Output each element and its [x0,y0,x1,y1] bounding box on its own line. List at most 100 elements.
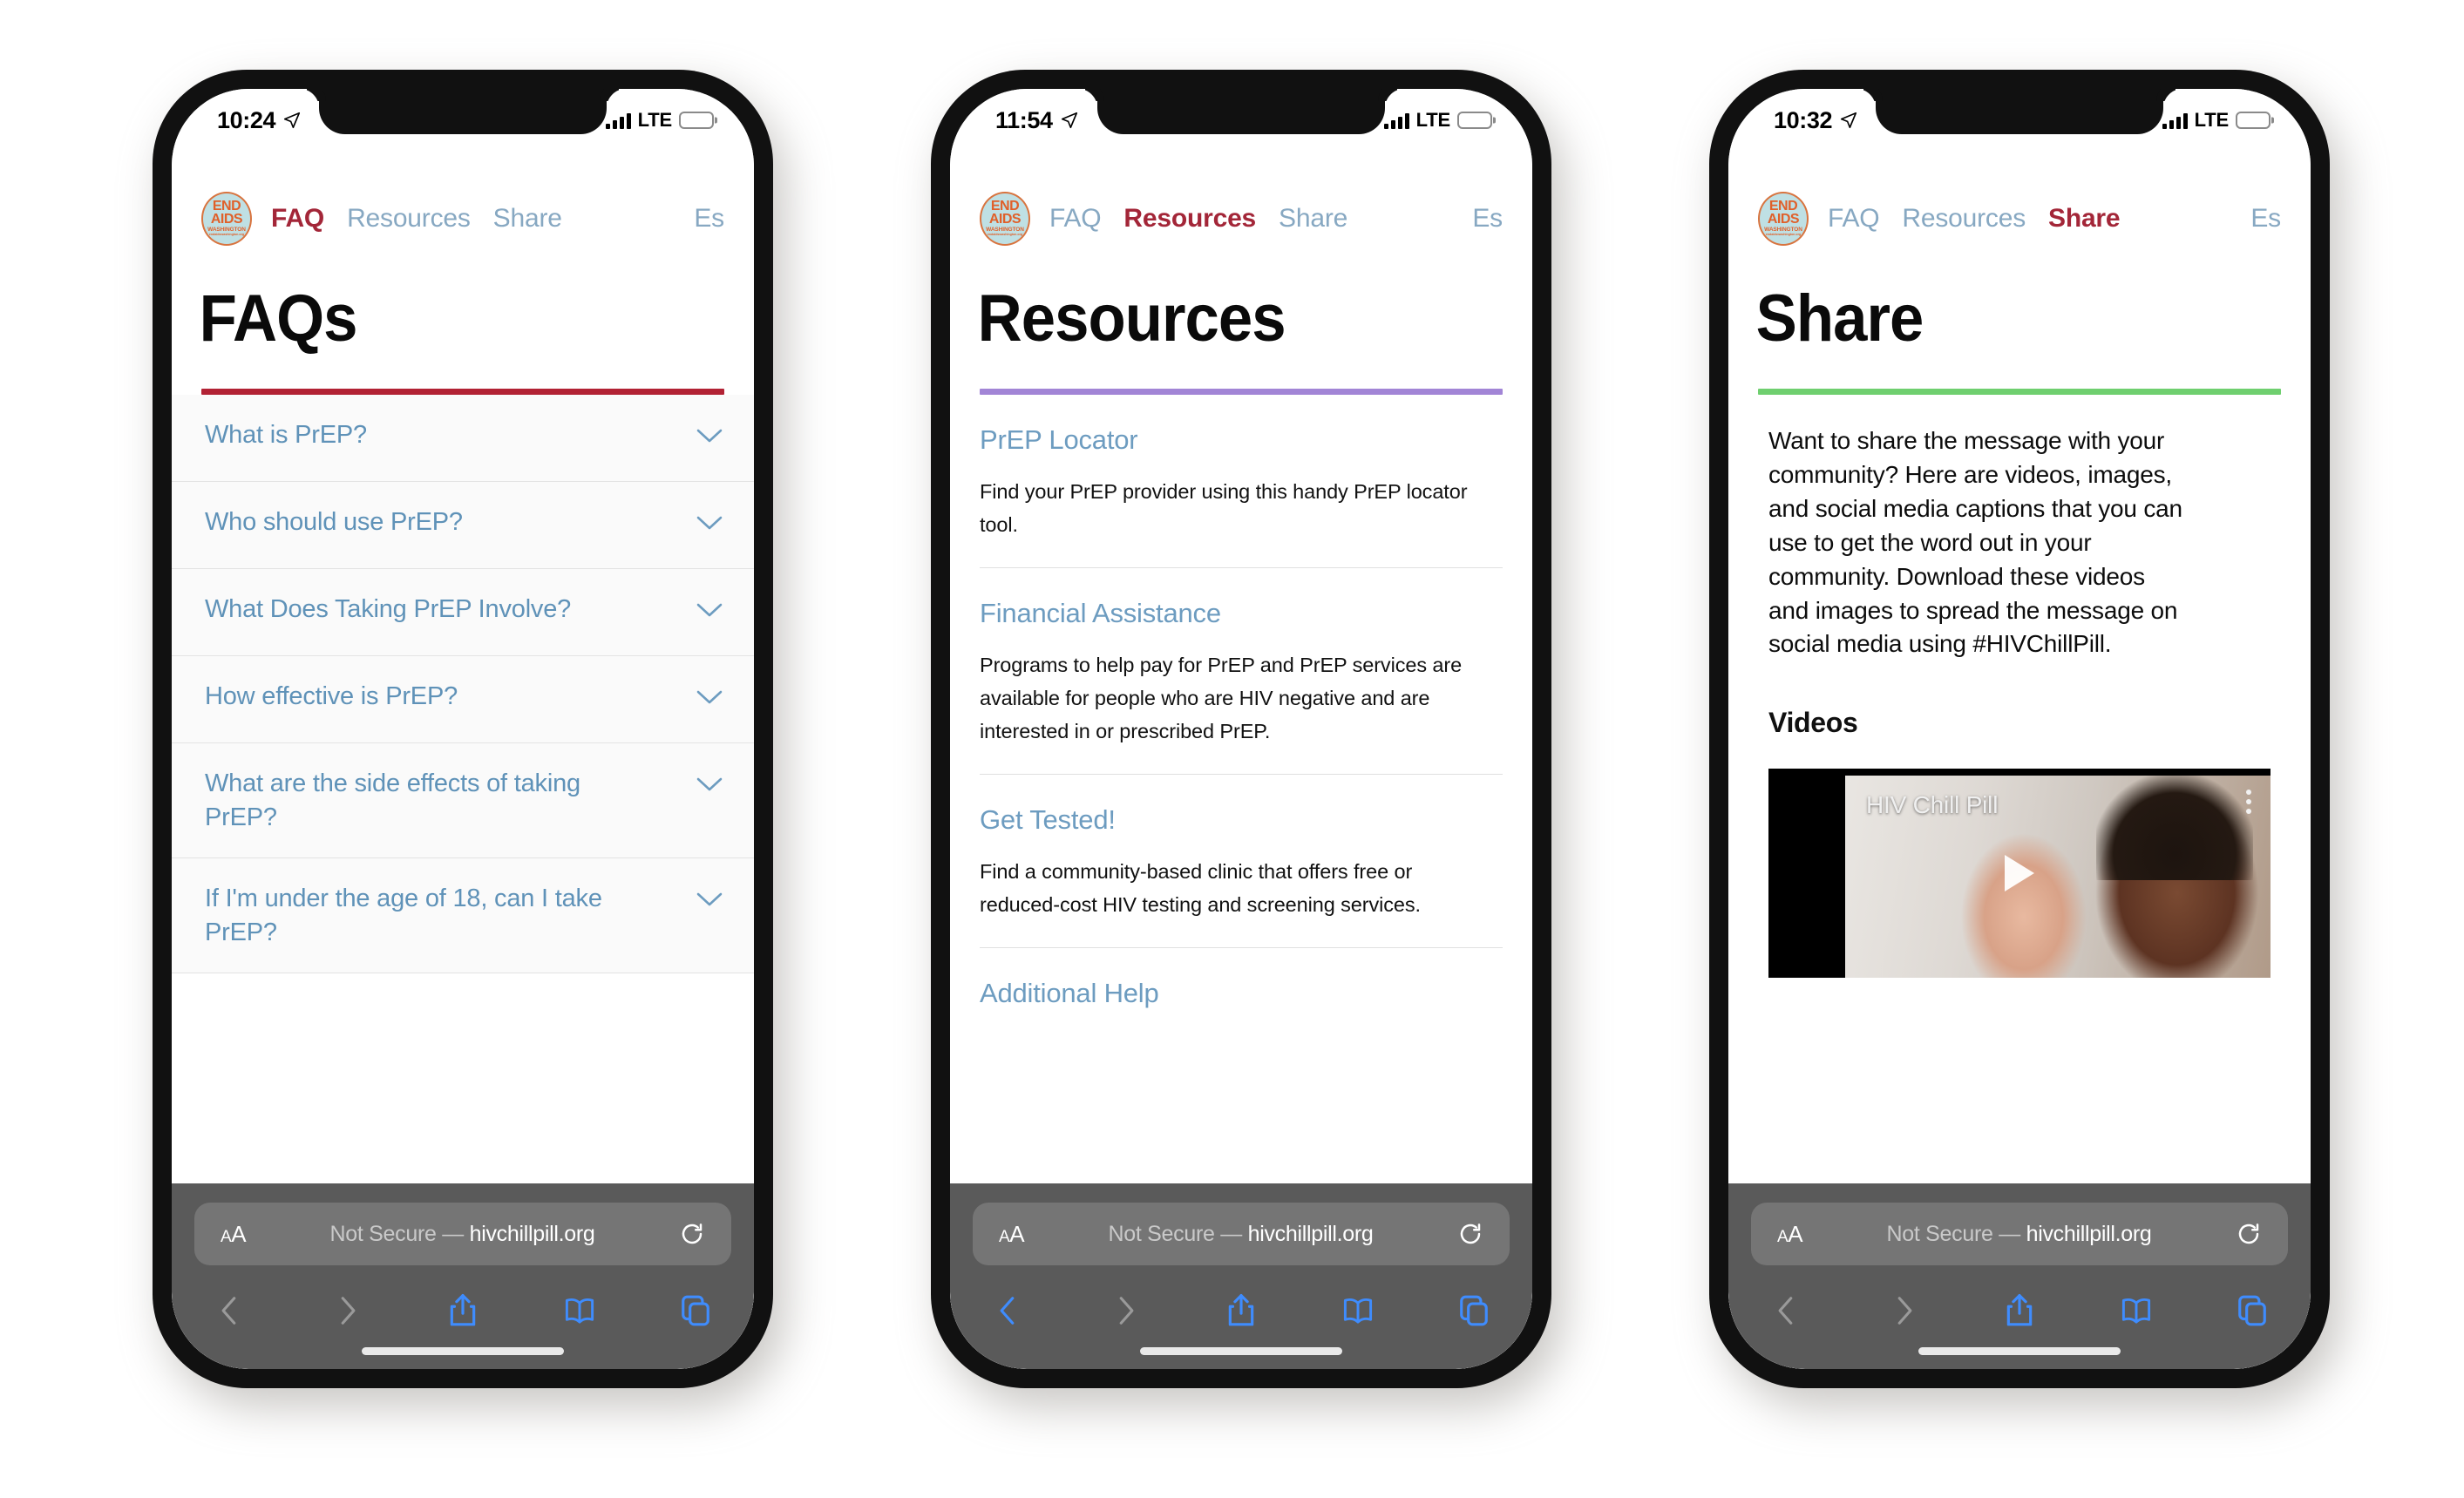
logo-line-url: endaidswashington.org [987,233,1023,237]
share-intro-text: Want to share the message with your comm… [1768,427,2182,658]
battery-icon [1457,112,1492,129]
video-more-options-icon[interactable] [2246,790,2251,815]
nav-item-faq[interactable]: FAQ [1828,204,1880,234]
address-bar[interactable]: AA Not Secure — hivchillpill.org [973,1203,1510,1265]
url-domain: hivchillpill.org [1247,1221,1374,1246]
end-aids-washington-logo[interactable]: END AIDS WASHINGTON endaidswashington.or… [1758,192,1809,246]
url-domain: hivchillpill.org [2026,1221,2152,1246]
video-embed[interactable]: HIV Chill Pill [1768,769,2271,979]
text-size-button[interactable]: AA [1777,1223,1803,1245]
faq-row[interactable]: What are the side effects of taking PrEP… [172,743,754,859]
book-icon[interactable] [2120,1292,2153,1329]
nav-item-resources[interactable]: Resources [1123,204,1256,234]
nav-item-share[interactable]: Share [493,204,562,234]
chevron-down-icon[interactable] [695,891,724,908]
address-bar[interactable]: AA Not Secure — hivchillpill.org [194,1203,731,1265]
chevron-left-icon[interactable] [1770,1292,1803,1329]
nav-item-faq[interactable]: FAQ [271,204,324,234]
not-secure-label: Not Secure [329,1221,437,1246]
status-indicators: LTE [1383,109,1492,132]
resource-description: Find a community-based clinic that offer… [980,860,1421,917]
faq-row[interactable]: What is PrEP? [172,395,754,482]
book-icon[interactable] [563,1292,596,1329]
chevron-left-icon[interactable] [992,1292,1025,1329]
tabs-icon[interactable] [2236,1292,2269,1329]
end-aids-washington-logo[interactable]: END AIDS WASHINGTON endaidswashington.or… [201,192,252,246]
chevron-right-icon[interactable] [1109,1292,1142,1329]
signal-bars-icon [605,112,631,129]
faq-row[interactable]: If I'm under the age of 18, can I take P… [172,858,754,974]
faq-question: If I'm under the age of 18, can I take P… [205,885,602,946]
logo-line-aids: AIDS [210,212,243,227]
accent-rule [980,389,1503,395]
faq-question: What are the side effects of taking PrEP… [205,769,580,831]
signal-bars-icon [1383,112,1409,129]
home-indicator [1918,1347,2121,1355]
share-icon[interactable] [446,1292,479,1329]
chevron-down-icon[interactable] [695,688,724,706]
faq-question: What Does Taking PrEP Involve? [205,595,572,623]
share-icon[interactable] [1225,1292,1258,1329]
chevron-left-icon[interactable] [214,1292,247,1329]
text-size-button[interactable]: AA [999,1223,1025,1245]
tabs-icon[interactable] [679,1292,712,1329]
chevron-down-icon[interactable] [695,427,724,444]
resource-title[interactable]: Additional Help [980,978,1503,1009]
network-label: LTE [1415,109,1451,131]
reload-icon[interactable] [679,1221,705,1247]
url-dash: — [1220,1221,1242,1246]
reload-icon[interactable] [2236,1221,2262,1247]
resource-item[interactable]: Get Tested! Find a community-based clini… [980,775,1503,949]
faq-question: What is PrEP? [205,421,367,449]
nav-item-faq[interactable]: FAQ [1049,204,1102,234]
resource-description: Programs to help pay for PrEP and PrEP s… [980,654,1463,743]
reload-icon[interactable] [1457,1221,1483,1247]
tabs-icon[interactable] [1457,1292,1490,1329]
videos-heading: Videos [1768,707,1858,739]
resource-item[interactable]: Additional Help [980,948,1503,1054]
share-icon[interactable] [2003,1292,2036,1329]
resource-title[interactable]: Get Tested! [980,804,1503,836]
nav-links: FAQ Resources Share Es [1049,204,1503,234]
resource-title[interactable]: PrEP Locator [980,424,1503,456]
logo-line-aids: AIDS [988,212,1022,227]
resource-item[interactable]: Financial Assistance Programs to help pa… [980,568,1503,776]
nav-item-language-es[interactable]: Es [2250,204,2281,234]
signal-bars-icon [2162,112,2188,129]
battery-icon [679,112,714,129]
text-size-button[interactable]: AA [221,1223,247,1245]
location-arrow-icon [1840,112,1857,129]
webpage-faq: END AIDS WASHINGTON endaidswashington.or… [172,89,754,1369]
nav-item-language-es[interactable]: Es [1472,204,1503,234]
book-icon[interactable] [1341,1292,1375,1329]
logo-line-url: endaidswashington.org [1765,233,1802,237]
play-button-icon[interactable] [2005,855,2034,892]
logo-line-url: endaidswashington.org [208,233,245,237]
safari-chrome: AA Not Secure — hivchillpill.org [1728,1183,2311,1369]
network-label: LTE [2194,109,2230,131]
status-time: 11:54 [995,106,1053,133]
chevron-down-icon[interactable] [695,601,724,619]
nav-item-language-es[interactable]: Es [694,204,724,234]
video-thumbnail-detail [2096,776,2254,881]
resource-title[interactable]: Financial Assistance [980,598,1503,629]
chevron-right-icon[interactable] [330,1292,363,1329]
phone-share: 10:32 LTE END AIDS WASHINGTON endaidswas… [1709,70,2330,1388]
nav-item-share[interactable]: Share [2048,204,2121,234]
faq-row[interactable]: What Does Taking PrEP Involve? [172,569,754,656]
chevron-right-icon[interactable] [1887,1292,1920,1329]
nav-item-resources[interactable]: Resources [1902,204,2026,234]
resource-item[interactable]: PrEP Locator Find your PrEP provider usi… [980,395,1503,569]
status-time: 10:24 [217,106,276,133]
nav-item-resources[interactable]: Resources [347,204,471,234]
chevron-down-icon[interactable] [695,514,724,532]
faq-accordion: What is PrEP? Who should use PrEP? What … [172,395,754,974]
page-title: Share [1755,281,1924,356]
faq-row[interactable]: How effective is PrEP? [172,656,754,743]
chevron-down-icon[interactable] [695,776,724,793]
url-label: Not Secure — hivchillpill.org [1024,1222,1457,1247]
address-bar[interactable]: AA Not Secure — hivchillpill.org [1751,1203,2288,1265]
faq-row[interactable]: Who should use PrEP? [172,482,754,569]
end-aids-washington-logo[interactable]: END AIDS WASHINGTON endaidswashington.or… [980,192,1030,246]
nav-item-share[interactable]: Share [1279,204,1347,234]
